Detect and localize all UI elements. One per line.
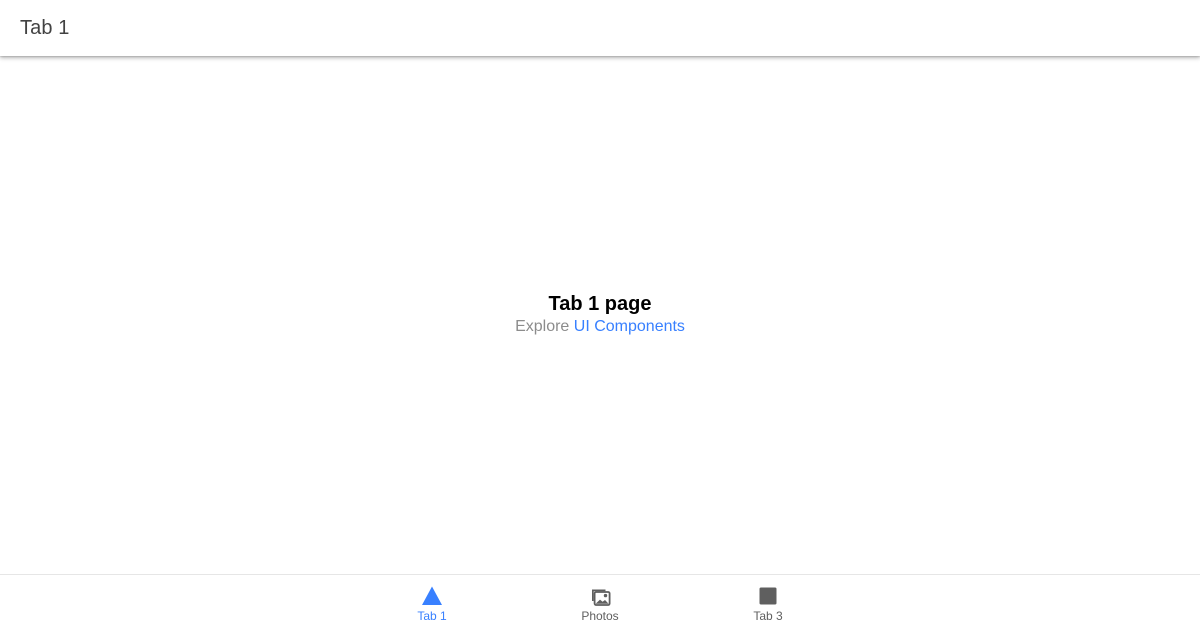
square-icon [759, 587, 777, 605]
page-heading: Tab 1 page [548, 293, 652, 315]
empty-state-container: Tab 1 page Explore UI Components [0, 292, 1200, 338]
ui-components-link[interactable]: UI Components [574, 318, 685, 335]
app-root: Tab 1 Tab 1 page Explore UI Components T… [0, 0, 1200, 630]
triangle-icon [422, 586, 442, 605]
tab-tab3[interactable]: Tab 3 [684, 575, 852, 630]
images-icon [592, 589, 611, 606]
tab-label: Photos [581, 609, 619, 623]
bottom-tab-bar: Tab 1 Photos Tab 3 [0, 574, 1200, 630]
tab-photos[interactable]: Photos [516, 575, 684, 630]
page-title: Tab 1 [20, 17, 70, 39]
subtitle-prefix: Explore [515, 318, 570, 335]
page-subtitle: Explore UI Components [0, 316, 1200, 338]
tab-tab1[interactable]: Tab 1 [348, 575, 516, 630]
tab-label: Tab 1 [417, 609, 447, 623]
top-toolbar: Tab 1 [0, 0, 1200, 56]
main-content: Tab 1 page Explore UI Components [0, 56, 1200, 573]
tab-label: Tab 3 [753, 609, 783, 623]
